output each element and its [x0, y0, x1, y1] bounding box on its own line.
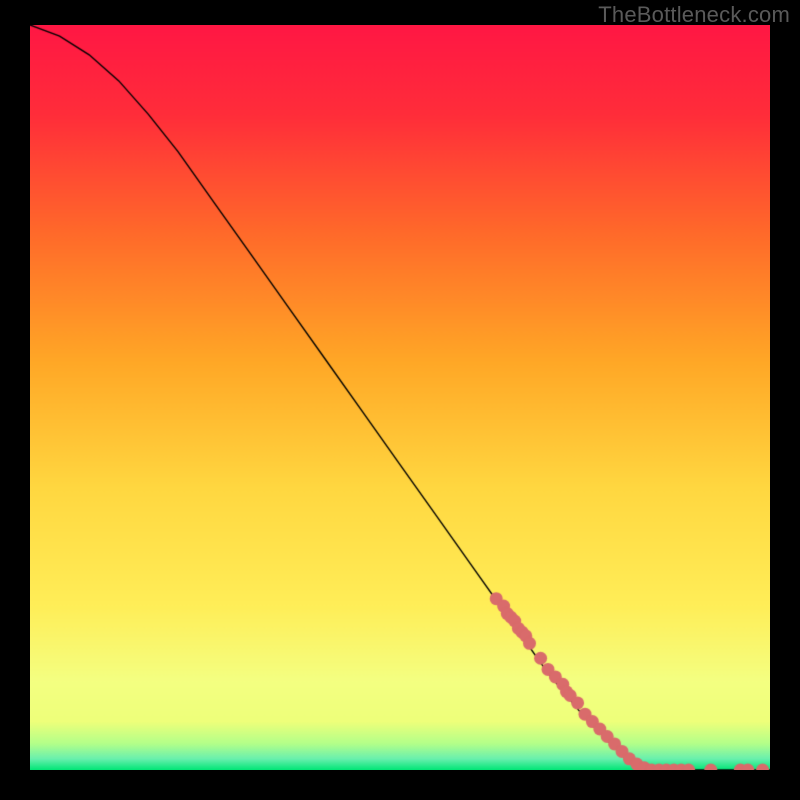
plot-area: [30, 25, 770, 770]
watermark-text: TheBottleneck.com: [598, 2, 790, 28]
chart-container: TheBottleneck.com: [0, 0, 800, 800]
chart-canvas: [30, 25, 770, 770]
